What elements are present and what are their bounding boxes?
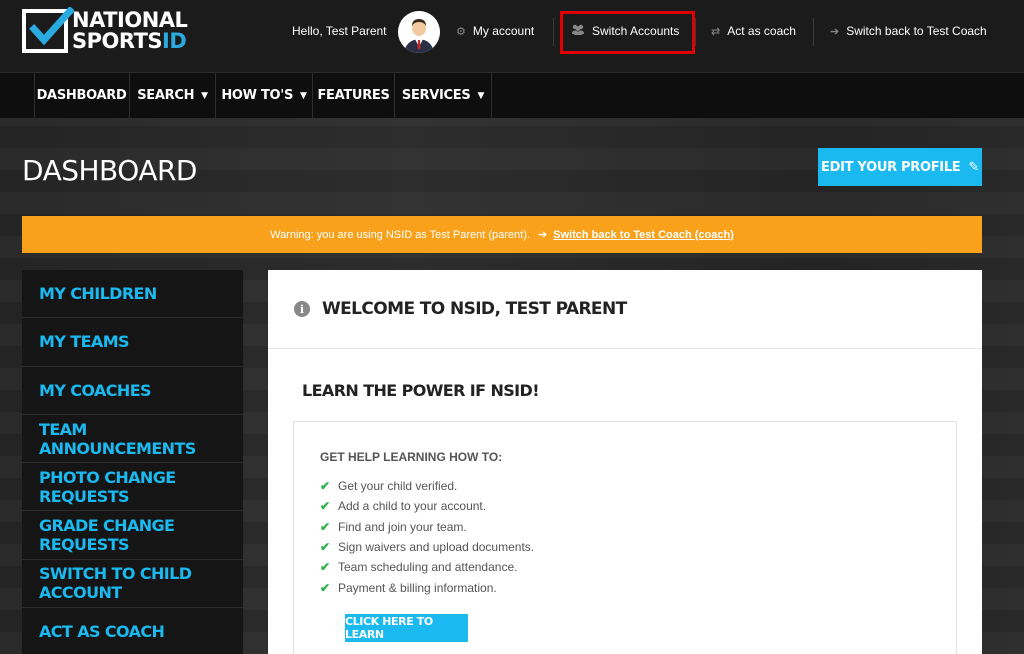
welcome-panel: i WELCOME TO NSID, TEST PARENT LEARN THE… <box>268 270 982 654</box>
check-icon: ✔ <box>320 540 331 555</box>
list-item: ✔ Find and join your team. <box>320 517 534 537</box>
sidebar-item-act-as-coach[interactable]: ACT AS COACH <box>22 608 243 654</box>
top-bar: NATIONAL SPORTSID Hello, Test Parent ⚙ M… <box>0 0 1024 72</box>
page-title: DASHBOARD <box>22 154 197 187</box>
sidebar-item-my-children[interactable]: MY CHILDREN <box>22 270 243 319</box>
sidebar-item-label: ACT AS COACH <box>39 622 165 642</box>
edit-profile-button[interactable]: EDIT YOUR PROFILE ✎ <box>818 148 982 186</box>
sidebar-item-my-teams[interactable]: MY TEAMS <box>22 318 243 367</box>
nav-search-label: SEARCH <box>137 88 195 103</box>
learn-title: LEARN THE POWER IF NSID! <box>302 381 539 400</box>
check-icon: ✔ <box>320 519 331 534</box>
nav-features[interactable]: FEATURES <box>313 73 395 118</box>
sign-out-icon: ➔ <box>830 25 840 38</box>
sidebar-item-photo-change-requests[interactable]: PHOTO CHANGE REQUESTS <box>22 463 243 512</box>
learn-button[interactable]: CLICK HERE TO LEARN <box>345 614 468 642</box>
sidebar-item-team-announcements[interactable]: TEAM ANNOUNCEMENTS <box>22 415 243 464</box>
check-icon: ✔ <box>320 499 331 514</box>
my-account-link[interactable]: ⚙ My account <box>456 24 534 38</box>
nav-how-tos[interactable]: HOW TO'S ▼ <box>216 73 313 118</box>
sidebar-item-grade-change-requests[interactable]: GRADE CHANGE REQUESTS <box>22 511 243 560</box>
list-item-text: Sign waivers and upload documents. <box>338 540 535 555</box>
chevron-down-icon: ▼ <box>300 90 307 101</box>
list-item-text: Team scheduling and attendance. <box>338 560 518 575</box>
main-nav: DASHBOARD SEARCH ▼ HOW TO'S ▼ FEATURES S… <box>0 72 1024 118</box>
sidebar-item-label: TEAM ANNOUNCEMENTS <box>39 419 196 458</box>
list-item: ✔ Team scheduling and attendance. <box>320 557 534 577</box>
edit-icon: ✎ <box>968 159 979 175</box>
sidebar-item-my-coaches[interactable]: MY COACHES <box>22 367 243 415</box>
check-icon: ✔ <box>320 580 331 595</box>
help-title: GET HELP LEARNING HOW TO: <box>320 450 503 464</box>
divider <box>553 18 554 46</box>
help-box: GET HELP LEARNING HOW TO: ✔ Get your chil… <box>293 421 957 654</box>
switch-back-link[interactable]: ➔ Switch back to Test Coach <box>830 24 987 38</box>
logo-checkmark-icon <box>22 7 74 53</box>
sign-out-icon: ➔ <box>537 229 548 241</box>
nav-dashboard[interactable]: DASHBOARD <box>34 73 130 118</box>
sidebar-item-label: MY CHILDREN <box>39 284 157 304</box>
info-icon: i <box>294 301 310 317</box>
sidebar-item-label: PHOTO CHANGE REQUESTS <box>39 467 176 506</box>
my-account-label: My account <box>472 24 535 38</box>
help-list: ✔ Get your child verified. ✔ Add a child t… <box>320 476 534 598</box>
nav-services[interactable]: SERVICES ▼ <box>395 73 492 118</box>
list-item-text: Get your child verified. <box>338 479 458 494</box>
warning-switch-back-link[interactable]: Switch back to Test Coach (coach) <box>553 229 734 241</box>
nav-search[interactable]: SEARCH ▼ <box>130 73 216 118</box>
list-item-text: Add a child to your account. <box>338 499 487 514</box>
warning-banner: Warning: you are using NSID as Test Pare… <box>22 216 982 253</box>
divider <box>34 73 35 118</box>
logo-line-2: SPORTSID <box>72 31 187 52</box>
sidebar-item-label: MY COACHES <box>39 380 152 400</box>
logo-sports: SPORTS <box>72 29 163 53</box>
nav-dashboard-label: DASHBOARD <box>36 88 127 103</box>
warning-text: Warning: you are using NSID as Test Pare… <box>270 228 530 241</box>
nav-features-label: FEATURES <box>317 88 390 103</box>
sidebar-item-switch-to-child-account[interactable]: SWITCH TO CHILD ACCOUNT <box>22 560 243 609</box>
gear-icon: ⚙ <box>456 25 466 38</box>
logo-id: ID <box>162 29 187 53</box>
list-item: ✔ Sign waivers and upload documents. <box>320 537 534 557</box>
sidebar-item-label: GRADE CHANGE REQUESTS <box>39 516 175 555</box>
list-item: ✔ Add a child to your account. <box>320 496 534 516</box>
act-as-coach-link[interactable]: ⇄ Act as coach <box>711 24 796 38</box>
highlight-box <box>560 11 695 54</box>
divider <box>813 18 814 46</box>
nav-services-label: SERVICES <box>401 88 471 103</box>
list-item-text: Payment & billing information. <box>338 580 497 595</box>
chevron-down-icon: ▼ <box>201 90 208 101</box>
list-item: ✔ Payment & billing information. <box>320 577 534 597</box>
logo-wordmark: NATIONAL SPORTSID <box>72 8 188 52</box>
list-item-text: Find and join your team. <box>338 519 467 534</box>
learn-button-label: CLICK HERE TO LEARN <box>345 615 433 641</box>
check-icon: ✔ <box>320 560 331 575</box>
swap-icon: ⇄ <box>711 25 721 38</box>
check-icon: ✔ <box>320 479 331 494</box>
avatar[interactable] <box>398 11 440 53</box>
nav-how-tos-label: HOW TO'S <box>221 88 294 103</box>
edit-profile-label: EDIT YOUR PROFILE <box>821 159 961 175</box>
act-as-coach-label: Act as coach <box>727 24 796 38</box>
site-logo[interactable]: NATIONAL SPORTSID <box>22 7 188 54</box>
welcome-title: WELCOME TO NSID, TEST PARENT <box>322 299 627 319</box>
sidebar-item-label: MY TEAMS <box>39 332 130 352</box>
list-item: ✔ Get your child verified. <box>320 476 534 496</box>
chevron-down-icon: ▼ <box>477 90 485 101</box>
sidebar-item-label: SWITCH TO CHILD ACCOUNT <box>39 564 192 603</box>
sidebar: MY CHILDREN MY TEAMS MY COACHES TEAM ANN… <box>22 270 243 654</box>
divider <box>695 18 696 46</box>
switch-back-label: Switch back to Test Coach <box>846 24 987 38</box>
greeting-text: Hello, Test Parent <box>292 24 387 38</box>
panel-header: i WELCOME TO NSID, TEST PARENT <box>268 270 982 349</box>
logo-line-1: NATIONAL <box>72 8 188 32</box>
